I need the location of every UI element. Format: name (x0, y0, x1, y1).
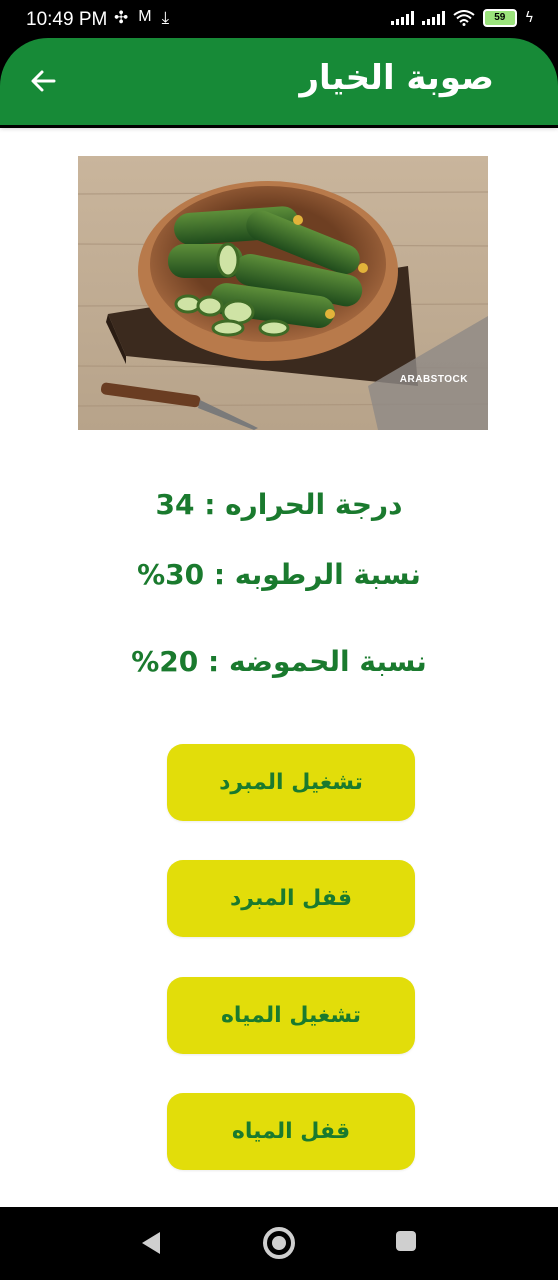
status-bar: 10:49 PM ✣ M ⤓ 59 ϟ (0, 0, 558, 38)
acidity-reading: نسبة الحموضه : 20% (131, 645, 427, 678)
temperature-reading: درجة الحراره : 34 (155, 488, 403, 521)
cooler-off-button[interactable]: قفل المبرد (167, 860, 415, 937)
download-icon: ⤓ (161, 8, 170, 28)
nav-recents-icon[interactable] (396, 1231, 416, 1251)
cucumber-image: ARABSTOCK (78, 156, 488, 430)
nav-back-icon[interactable] (140, 1230, 162, 1256)
notification-icons: ✣ M ⤓ (114, 8, 169, 28)
water-on-button[interactable]: تشغيل المياه (167, 977, 415, 1054)
gmail-icon: M (138, 8, 152, 25)
system-icons: 59 ϟ (390, 9, 534, 27)
signal-icon (421, 11, 445, 25)
app-bar: صوبة الخيار (0, 38, 558, 125)
cooler-on-button[interactable]: تشغيل المبرد (167, 744, 415, 821)
status-time: 10:49 PM (26, 9, 108, 30)
image-watermark: ARABSTOCK (399, 374, 468, 385)
page-title: صوبة الخيار (299, 58, 494, 98)
humidity-reading: نسبة الرطوبه : 30% (137, 558, 421, 591)
battery-icon: 59 (482, 9, 517, 27)
signal-icon (390, 11, 414, 25)
system-nav-bar (0, 1207, 558, 1280)
water-off-button[interactable]: قفل المياه (167, 1093, 415, 1170)
charging-icon: ϟ (524, 10, 534, 26)
nav-home-icon[interactable] (263, 1227, 295, 1259)
wifi-icon (453, 10, 475, 26)
fan-icon: ✣ (114, 8, 129, 28)
arrow-back-icon[interactable] (26, 63, 62, 99)
